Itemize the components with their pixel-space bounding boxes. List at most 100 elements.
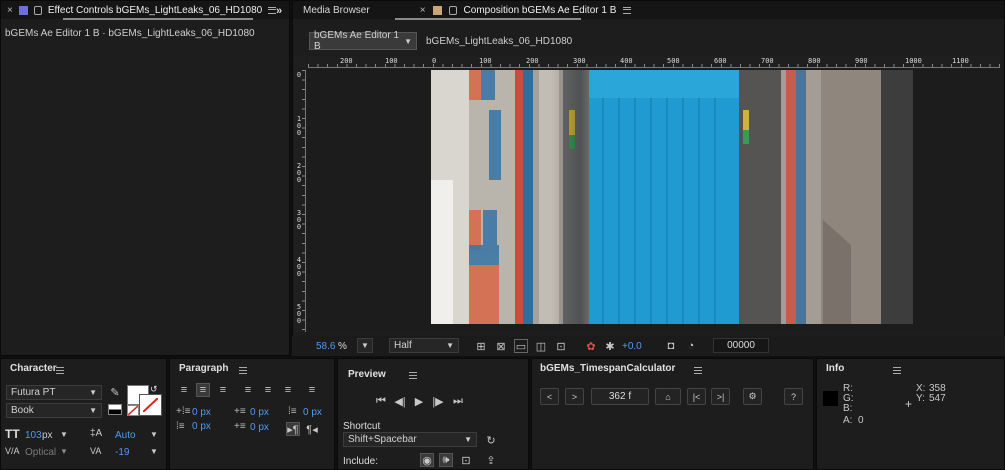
last-frame-icon[interactable]: ⏭	[451, 394, 465, 408]
ruler-h-label: 500	[667, 57, 680, 65]
include-video-icon[interactable]: ◉	[420, 453, 434, 467]
expand-panels-icon[interactable]: »	[276, 5, 282, 17]
indent-left-value[interactable]: 0 px	[192, 407, 211, 418]
vertical-ruler[interactable]	[294, 70, 306, 332]
black-white-swatch-icon[interactable]	[108, 404, 122, 415]
timecode-field[interactable]: 00000	[713, 338, 769, 353]
swap-colors-icon[interactable]: ↺	[150, 384, 158, 395]
snapshot-icon[interactable]: ◘	[664, 339, 678, 353]
indent-first-icon: ⁞≡	[176, 421, 185, 432]
timespan-title: bGEMs_TimespanCalculator	[540, 363, 676, 374]
include-overlays-icon[interactable]: ⊡	[459, 453, 473, 467]
tab-composition[interactable]: Composition bGEMs Ae Editor 1 B	[464, 5, 617, 16]
previous-frame-icon[interactable]: ◀|	[393, 394, 407, 408]
mask-visibility-icon[interactable]: ◫	[534, 339, 548, 353]
zoom-dropdown[interactable]: ▼	[357, 338, 373, 353]
panel-menu-icon[interactable]	[238, 367, 247, 374]
rtl-direction-icon[interactable]: ¶◂	[305, 422, 319, 436]
space-before-value[interactable]: 0 px	[250, 407, 269, 418]
preview-title: Preview	[348, 369, 386, 380]
shortcut-select[interactable]: Shift+Spacebar ▼	[343, 432, 477, 447]
font-style-select[interactable]: Book ▼	[6, 403, 102, 418]
effect-controls-tabbar: × Effect Controls bGEMs_LightLeaks_06_HD…	[1, 1, 289, 19]
leading-icon: ‡A	[90, 428, 103, 439]
horizontal-ruler[interactable]	[308, 56, 1000, 68]
ruler-h-label: 200	[340, 57, 353, 65]
justify-right-icon[interactable]: ≡	[281, 383, 295, 397]
font-size-value[interactable]: 103	[25, 430, 42, 441]
ltr-direction-icon[interactable]: ▸¶	[286, 422, 300, 436]
crosshair-icon: +	[905, 397, 913, 411]
justify-all-icon[interactable]: ≡	[305, 383, 319, 397]
reset-shortcut-icon[interactable]: ↻	[484, 433, 498, 447]
lock-icon[interactable]	[448, 5, 457, 15]
export-icon[interactable]: ⇪	[484, 453, 498, 467]
transparency-grid-icon[interactable]: ⊠	[494, 339, 508, 353]
fast-previews-icon[interactable]: ⊞	[474, 339, 488, 353]
effect-controls-panel: × Effect Controls bGEMs_LightLeaks_06_HD…	[0, 0, 290, 356]
leading-dropdown-icon[interactable]: ▼	[150, 430, 158, 439]
kerning-dropdown-icon[interactable]: ▼	[60, 447, 68, 456]
composition-frame[interactable]	[431, 70, 913, 324]
panel-menu-icon[interactable]	[694, 367, 703, 374]
character-title: Character	[10, 363, 57, 374]
indent-first-value[interactable]: 0 px	[192, 421, 211, 432]
play-icon[interactable]: ▶	[412, 394, 426, 408]
include-audio-icon[interactable]: 🕪	[439, 453, 453, 467]
stroke-color-swatch[interactable]	[139, 394, 162, 416]
panel-menu-icon[interactable]	[623, 6, 632, 14]
frames-field[interactable]: 362 f	[591, 388, 649, 405]
decrement-button[interactable]: <	[540, 388, 559, 405]
tracking-dropdown-icon[interactable]: ▼	[150, 447, 158, 456]
lock-icon[interactable]	[33, 5, 42, 15]
show-snapshot-icon[interactable]: ◔	[684, 339, 698, 353]
leading-value[interactable]: Auto	[115, 430, 136, 441]
resolution-select[interactable]: Half ▼	[389, 338, 459, 353]
panel-menu-icon[interactable]	[408, 372, 417, 379]
ruler-v-label: 500	[296, 303, 302, 325]
kerning-value[interactable]: Optical	[25, 447, 56, 458]
space-after-icon: +≡	[234, 421, 246, 432]
panel-menu-icon[interactable]	[56, 367, 64, 374]
justify-left-icon[interactable]: ≡	[241, 383, 255, 397]
home-button[interactable]: ⌂	[655, 388, 681, 405]
tracking-value[interactable]: -19	[115, 447, 129, 458]
exposure-value[interactable]: +0.0	[622, 341, 642, 352]
shortcut-value: Shift+Spacebar	[348, 434, 417, 445]
next-frame-icon[interactable]: |▶	[431, 394, 445, 408]
increment-button[interactable]: >	[565, 388, 584, 405]
set-out-button[interactable]: >|	[711, 388, 730, 405]
indent-right-value[interactable]: 0 px	[303, 407, 322, 418]
tab-media-browser[interactable]: Media Browser	[303, 5, 370, 16]
region-of-interest-icon[interactable]: ▭	[514, 339, 528, 353]
grid-guides-icon[interactable]: ⊡	[554, 339, 568, 353]
first-frame-icon[interactable]: ⏮	[374, 394, 388, 408]
info-a-value: 0	[858, 415, 864, 426]
align-right-icon[interactable]: ≡	[216, 383, 230, 397]
reset-exposure-icon[interactable]: ✱	[603, 339, 617, 353]
align-center-icon[interactable]: ≡	[196, 383, 210, 397]
space-after-value[interactable]: 0 px	[250, 422, 269, 433]
font-family-select[interactable]: Futura PT ▼	[6, 385, 102, 400]
help-button[interactable]: ?	[784, 388, 803, 405]
tab-underline	[395, 18, 581, 20]
close-tab-icon[interactable]: ×	[7, 5, 13, 16]
ruler-h-label: 200	[526, 57, 539, 65]
timespan-calculator-panel	[531, 358, 814, 470]
justify-center-icon[interactable]: ≡	[261, 383, 275, 397]
ruler-v-label: 0	[296, 71, 302, 79]
zoom-value[interactable]: 58.6	[316, 341, 335, 352]
chevron-down-icon: ▼	[446, 341, 454, 350]
info-b-label: B:	[843, 403, 853, 414]
close-tab-icon[interactable]: ×	[420, 5, 426, 16]
align-left-icon[interactable]: ≡	[177, 383, 191, 397]
panel-menu-icon[interactable]	[893, 367, 902, 374]
no-fill-swatch-icon[interactable]	[127, 405, 139, 416]
settings-gear-icon[interactable]: ⚙	[743, 388, 762, 405]
set-in-button[interactable]: |<	[687, 388, 706, 405]
font-size-dropdown-icon[interactable]: ▼	[60, 430, 68, 439]
color-channels-icon[interactable]: ✿	[584, 339, 598, 353]
eyedropper-icon[interactable]: ✎	[108, 385, 122, 399]
composition-select[interactable]: bGEMs Ae Editor 1 B ▼	[309, 30, 417, 52]
tab-effect-controls[interactable]: Effect Controls bGEMs_LightLeaks_06_HD10…	[48, 5, 262, 16]
